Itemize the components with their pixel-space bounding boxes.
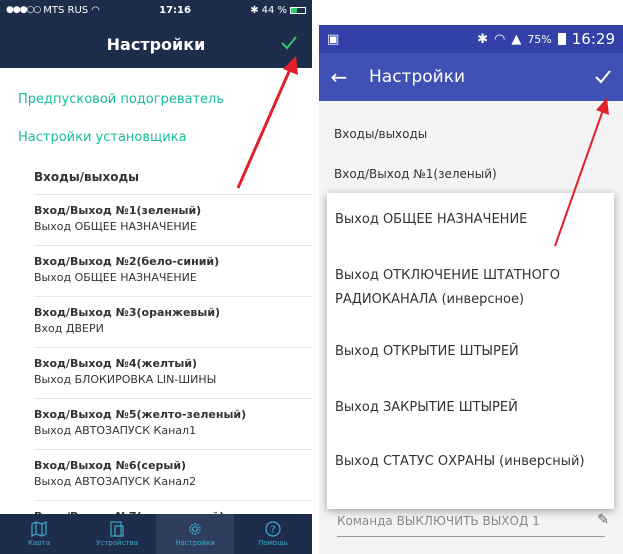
battery-percent: 44 % — [261, 4, 287, 16]
save-checkmark-button[interactable] — [276, 30, 302, 56]
io-list-item[interactable]: Вход/Выход №3(оранжевый) Вход ДВЕРИ — [34, 296, 312, 347]
tab-help[interactable]: ? Помощь — [234, 514, 312, 554]
io-item-value: Выход АВТОЗАПУСК Канал1 — [34, 424, 197, 437]
back-arrow-button[interactable]: ← — [319, 65, 359, 89]
wifi-icon: ◠ — [91, 4, 100, 16]
option-general-purpose[interactable]: Выход ОБЩЕЕ НАЗНАЧЕНИЕ — [327, 207, 614, 233]
io-item-title: Вход/Выход №6(серый) — [34, 459, 187, 472]
io-item-title: Вход/Выход №5(желто-зеленый) — [34, 408, 247, 421]
io-list-item[interactable]: Вход/Выход №1(зеленый) — [319, 161, 623, 191]
battery-indicator: ✱ 44 % — [250, 5, 306, 16]
carrier-label: MTS RUS — [43, 4, 89, 16]
tab-label: Настройки — [175, 539, 215, 547]
bluetooth-icon: ✱ — [477, 31, 488, 47]
tab-label: Устройства — [96, 539, 138, 547]
ios-tab-bar: Карта Устройства Настройки ? Помощь — [0, 514, 312, 554]
output-select-dialog: Выход ОБЩЕЕ НАЗНАЧЕНИЕ Выход ОТКЛЮЧЕНИЕ … — [327, 193, 614, 509]
io-section-title: Входы/выходы — [34, 170, 140, 184]
io-item-value: Выход АВТОЗАПУСК Канал2 — [34, 475, 197, 488]
save-checkmark-button[interactable] — [591, 65, 615, 89]
field-underline — [337, 536, 605, 537]
installer-settings-link[interactable]: Настройки установщика — [0, 118, 312, 156]
android-status-bar: ▣ ✱ ◠ ▲ 75% 16:29 — [319, 25, 623, 53]
battery-icon — [557, 33, 566, 45]
page-title: Настройки — [369, 67, 466, 87]
signal-icon: ▲ — [511, 31, 522, 47]
io-list: Вход/Выход №1(зеленый) Выход ОБЩЕЕ НАЗНА… — [0, 194, 312, 551]
page-title: Настройки — [106, 34, 206, 54]
io-list-item[interactable]: Вход/Выход №4(желтый) Выход БЛОКИРОВКА L… — [34, 347, 312, 398]
checkmark-icon — [281, 36, 297, 50]
io-item-title: Вход/Выход №1(зеленый) — [34, 204, 202, 217]
tab-settings[interactable]: Настройки — [156, 514, 234, 554]
wifi-icon: ◠ — [493, 31, 506, 47]
tab-label: Помощь — [258, 539, 288, 547]
option-pins-close[interactable]: Выход ЗАКРЫТИЕ ШТЫРЕЙ — [327, 395, 614, 421]
io-item-value: Выход ОБЩЕЕ НАЗНАЧЕНИЕ — [34, 271, 197, 284]
tab-devices[interactable]: Устройства — [78, 514, 156, 554]
io-section-title: Входы/выходы — [334, 127, 428, 141]
io-list-item[interactable]: Вход/Выход №1(зеленый) Выход ОБЩЕЕ НАЗНА… — [34, 194, 312, 245]
battery-icon — [290, 6, 306, 14]
bluetooth-icon: ✱ — [250, 4, 259, 16]
io-item-value: Выход ОБЩЕЕ НАЗНАЧЕНИЕ — [34, 220, 197, 233]
tab-label: Карта — [27, 539, 51, 547]
io-list-item[interactable]: Вход/Выход №5(желто-зеленый) Выход АВТОЗ… — [34, 398, 312, 449]
devices-icon — [110, 521, 124, 537]
command-field[interactable]: Команда ВЫКЛЮЧИТЬ ВЫХОД 1 — [337, 514, 540, 528]
settings-gear-icon — [189, 523, 201, 535]
settings-links: Предпусковой подогреватель Настройки уст… — [0, 68, 312, 156]
ios-status-bar: ●●●○○ MTS RUS ◠ 17:16 ✱ 44 % — [0, 0, 312, 20]
option-pins-open[interactable]: Выход ОТКРЫТИЕ ШТЫРЕЙ — [327, 339, 614, 365]
io-section: Входы/выходы — [319, 101, 623, 161]
io-item-value: Вход ДВЕРИ — [34, 322, 104, 335]
option-radio-disable-line2[interactable]: РАДИОКАНАЛА (инверсное) — [327, 287, 614, 313]
ios-nav-bar: Настройки — [0, 20, 312, 68]
io-item-value: Выход БЛОКИРОВКА LIN-ШИНЫ — [34, 373, 217, 386]
android-app-bar: ← Настройки — [319, 53, 623, 101]
preheater-link[interactable]: Предпусковой подогреватель — [0, 80, 312, 118]
clock: 17:16 — [159, 4, 191, 16]
checkmark-icon — [595, 70, 611, 84]
option-security-status[interactable]: Выход СТАТУС ОХРАНЫ (инверсный) — [327, 449, 614, 475]
signal-dots: ●●●○○ — [6, 5, 41, 15]
ios-settings-screen: ●●●○○ MTS RUS ◠ 17:16 ✱ 44 % Настройки П… — [0, 0, 312, 554]
option-radio-disable-line1[interactable]: Выход ОТКЛЮЧЕНИЕ ШТАТНОГО — [327, 263, 614, 289]
io-item-title: Вход/Выход №4(желтый) — [34, 357, 198, 370]
io-list-item[interactable]: Вход/Выход №6(серый) Выход АВТОЗАПУСК Ка… — [34, 449, 312, 500]
edit-pencil-icon[interactable]: ✎ — [597, 512, 609, 528]
svg-text:?: ? — [270, 525, 275, 536]
io-item-title: Вход/Выход №2(бело-синий) — [34, 255, 220, 268]
command-field-row: Команда ВЫКЛЮЧИТЬ ВЫХОД 1 ✎ — [319, 510, 623, 554]
android-settings-screen: ▣ ✱ ◠ ▲ 75% 16:29 ← Настройки Входы/выхо… — [319, 25, 623, 554]
io-item-title: Вход/Выход №1(зеленый) — [334, 167, 497, 181]
clock: 16:29 — [571, 30, 615, 48]
map-icon — [31, 521, 47, 537]
gallery-notification-icon: ▣ — [327, 31, 340, 47]
battery-percent: 75% — [527, 32, 552, 46]
help-icon: ? — [265, 521, 281, 537]
io-item-title: Вход/Выход №3(оранжевый) — [34, 306, 221, 319]
io-list-item[interactable]: Вход/Выход №2(бело-синий) Выход ОБЩЕЕ НА… — [34, 245, 312, 296]
tab-map[interactable]: Карта — [0, 514, 78, 554]
